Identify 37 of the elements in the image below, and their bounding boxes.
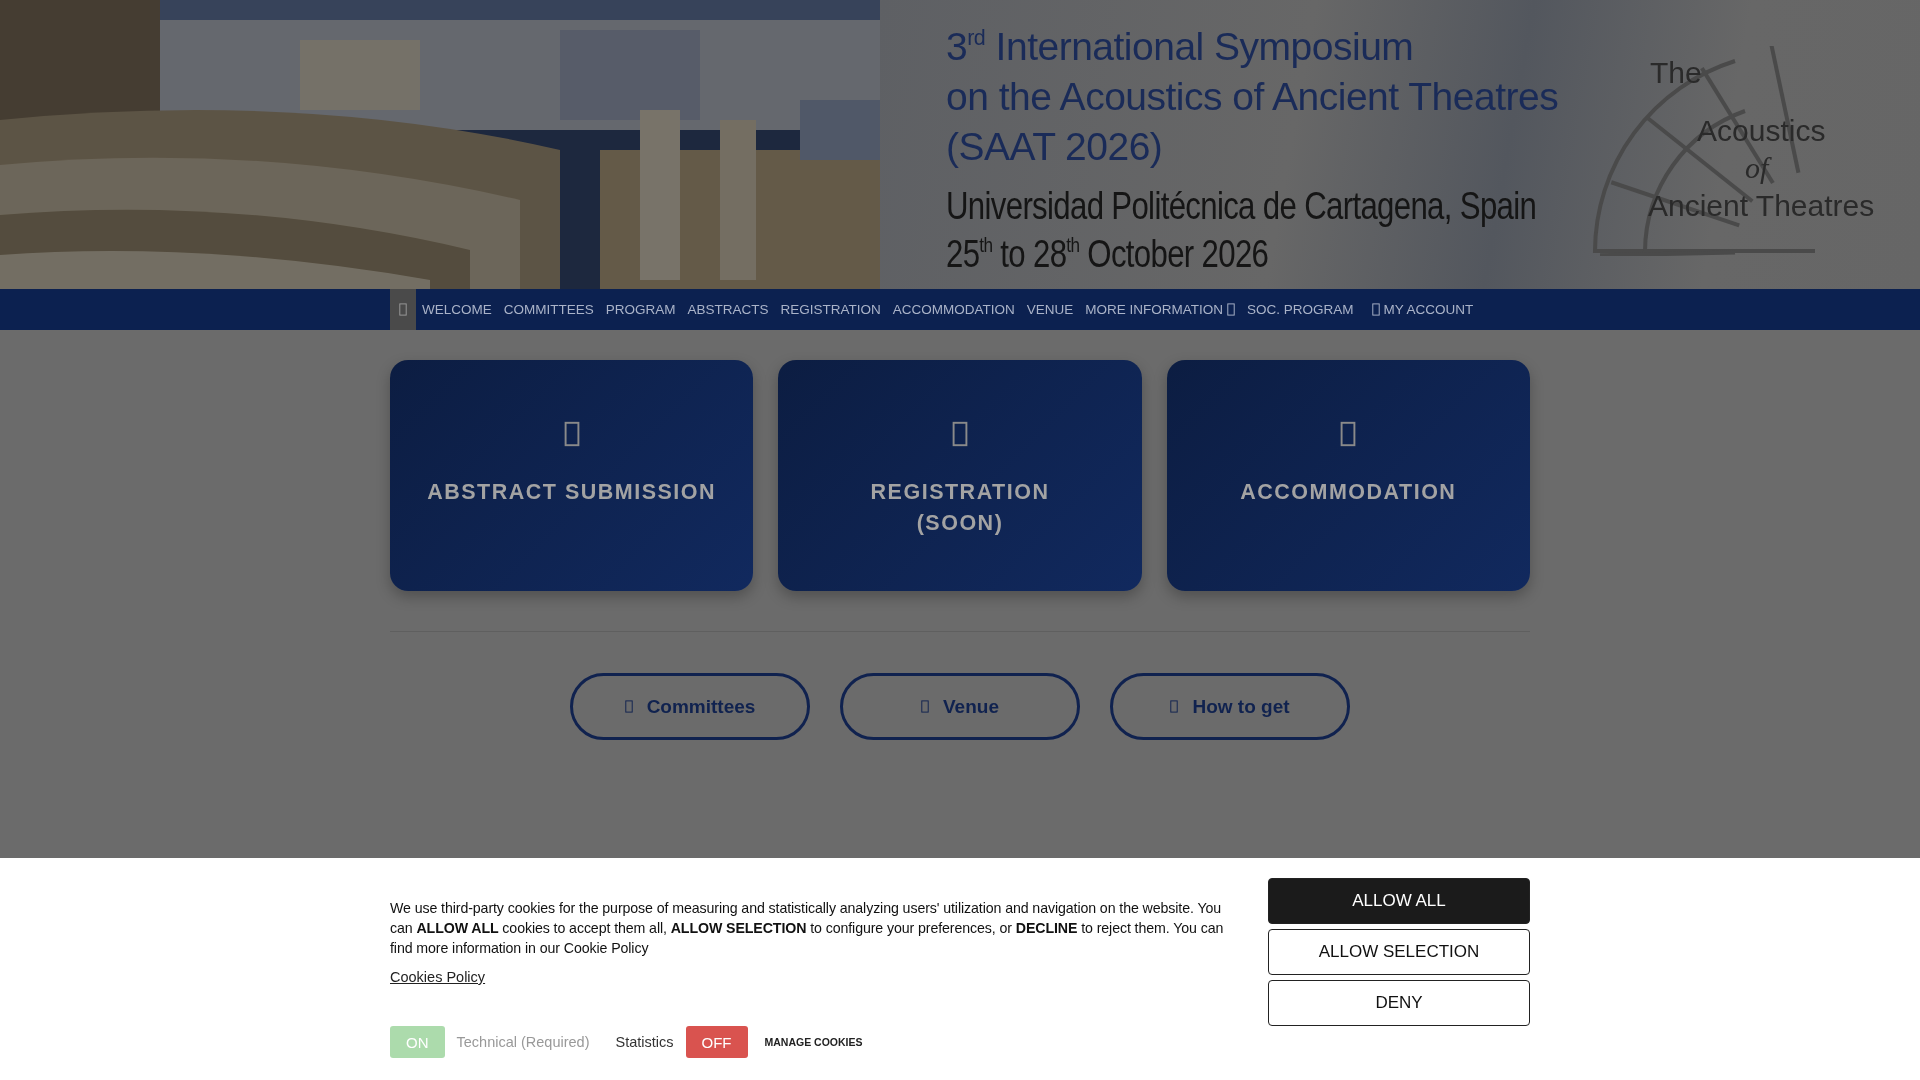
logo-text: Acoustics [1697,114,1826,148]
cookie-toggle[interactable]: OFF [685,1026,748,1058]
feature-card[interactable]: ACCOMMODATION [1166,360,1530,591]
logo-text: The [1650,56,1702,90]
missing-glyph-icon [1371,303,1380,316]
venue-date-text: Universidad Politécnica de Cartagena, Spain [946,184,1537,229]
cookies-policy-link[interactable]: Cookies Policy [390,969,486,985]
nav-link[interactable]: COMMITTEES [497,289,600,330]
cookie-consent-button[interactable]: ALLOW ALL [1268,878,1530,924]
missing-glyph-icon [399,303,407,316]
cookie-notice-text: We use third-party cookies for the purpose of measuring and statistically analyzing users' utilization and navigation on the website. You can ALLOW ALL cookies to accept them all, ALLOW SELECTION to configure your preferences, or DECLINE to reject them. You can find more information in our Cookie Policy [390,899,1225,958]
symposium-title: on the Acoustics of Ancient Theatres [946,74,1559,120]
cookie-category-label: Technical (Required) [456,1034,590,1050]
venue-date-text: 25$^{th}$ to 28$^{th}$ October 2026 [946,232,1269,277]
missing-glyph-icon [1227,303,1236,316]
nav-link[interactable]: PROGRAM [599,289,682,330]
nav-link[interactable]: MY ACCOUNT [1359,289,1480,330]
nav-link[interactable]: ABSTRACTS [681,289,775,330]
cookie-category-label: Statistics [615,1034,674,1050]
manage-cookies-link[interactable]: MANAGE COOKIES [764,1036,863,1048]
logo-text: Ancient Theatres [1648,189,1875,223]
nav-link[interactable]: WELCOME [416,289,498,330]
missing-glyph-icon [624,700,633,713]
cookie-consent-button[interactable]: ALLOW SELECTION [1268,929,1530,975]
feature-card[interactable]: REGISTRATION (SOON) [778,360,1142,591]
nav-link[interactable]: VENUE [1020,289,1080,330]
symposium-title: (SAAT 2026) [946,124,1163,170]
nav-link[interactable]: ACCOMMODATION [886,289,1021,330]
home-tab[interactable] [390,289,416,330]
missing-glyph-icon [1170,700,1179,713]
feature-card[interactable]: ABSTRACT SUBMISSION [390,360,754,591]
symposium-title: 3$^{rd}$ International Symposium [946,24,1414,70]
nav-link[interactable]: REGISTRATION [774,289,887,330]
nav-link[interactable]: SOC. PROGRAM [1241,289,1360,330]
nav-link[interactable]: MORE INFORMATION [1079,289,1242,330]
cookie-consent-button[interactable]: DENY [1268,980,1530,1026]
missing-glyph-icon [921,700,929,713]
